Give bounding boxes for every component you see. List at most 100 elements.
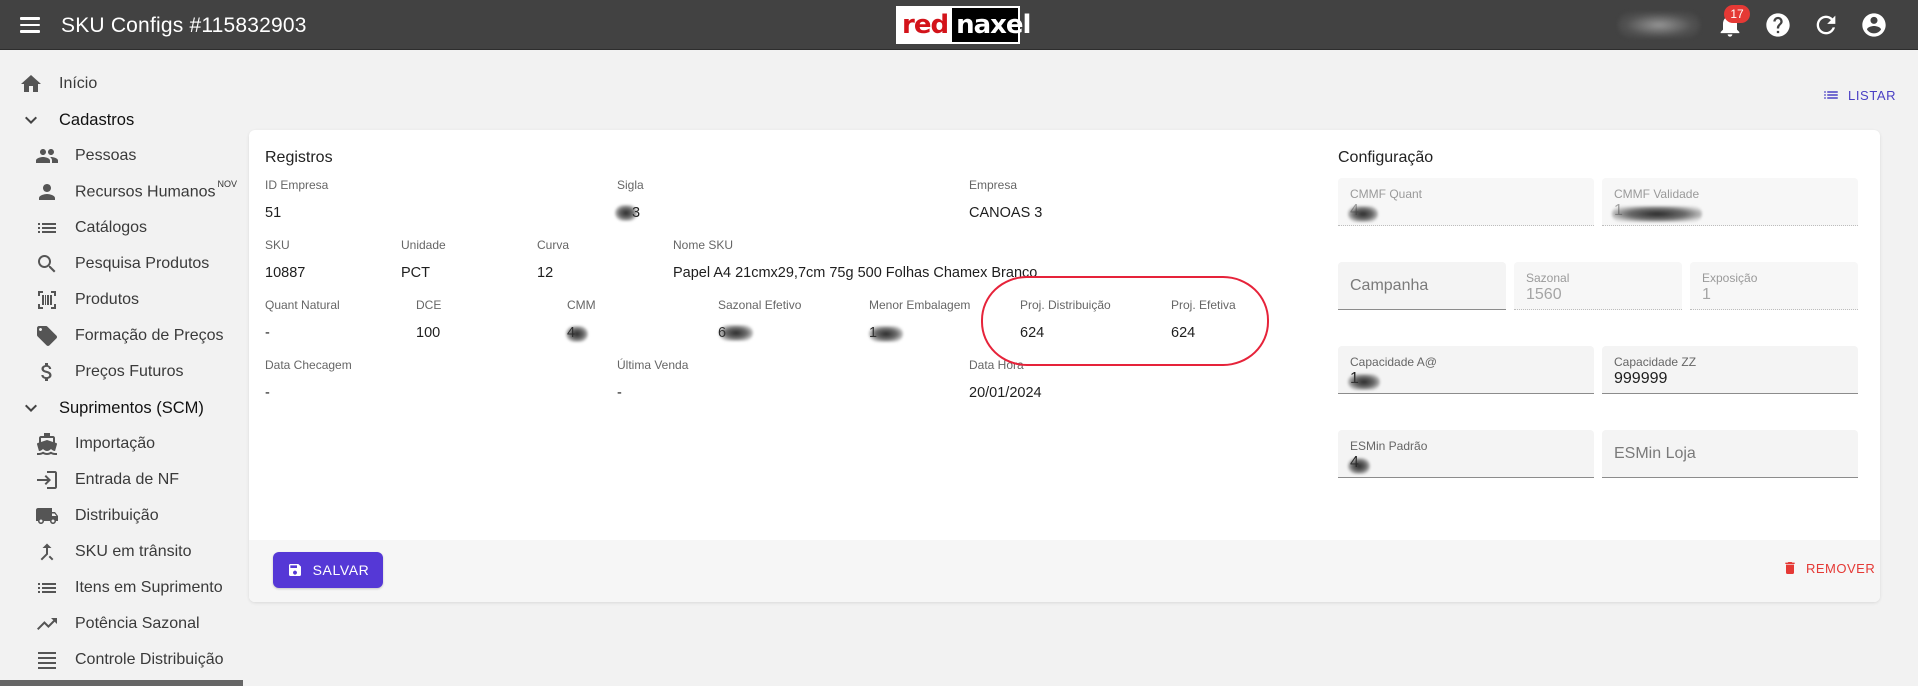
id-empresa-value: 51 — [265, 205, 282, 221]
sidebar-item-label: Itens em Suprimento — [75, 579, 223, 596]
trash-icon — [1785, 562, 1795, 574]
login-icon — [37, 471, 57, 489]
remove-button[interactable]: REMOVER — [1782, 560, 1875, 576]
dce-label: DCE — [416, 298, 442, 312]
data-checagem-value: - — [265, 385, 270, 401]
sidebar-item-produtos[interactable]: Produtos — [0, 283, 243, 317]
listar-button[interactable]: LISTAR — [1822, 86, 1896, 104]
esmin-padrao-field[interactable]: ESMin Padrão 4 — [1338, 430, 1594, 478]
list-icon — [38, 223, 56, 233]
sidebar-item-label: Preços Futuros — [75, 363, 184, 380]
esmin-padrao-label: ESMin Padrão — [1350, 439, 1428, 453]
unidade-value: PCT — [401, 265, 430, 281]
capacidade-zz-field[interactable]: Capacidade ZZ 999999 — [1602, 346, 1858, 394]
sidebar-item-itens-suprimento[interactable]: Itens em Suprimento — [0, 571, 243, 605]
configuracao-title: Configuração — [1338, 149, 1434, 166]
tag-icon — [37, 326, 57, 346]
sazonal-efetivo-label: Sazonal Efetivo — [718, 298, 802, 312]
notifications-badge: 17 — [1724, 5, 1750, 23]
sidebar-item-importacao[interactable]: Importação — [0, 427, 243, 461]
sidebar-item-sku-em-transito[interactable]: SKU em trânsito — [0, 535, 243, 569]
redacted-blur — [1348, 458, 1370, 474]
capacidade-zz-value: 999999 — [1614, 370, 1668, 387]
curva-value: 12 — [537, 265, 554, 281]
cmmf-validade-field[interactable]: CMMF Validade 1 — [1602, 178, 1858, 226]
id-empresa-label: ID Empresa — [265, 178, 329, 192]
sidebar-item-distribuicao[interactable]: Distribuição — [0, 499, 243, 533]
sidebar-scrollbar[interactable] — [0, 680, 243, 686]
capacidade-a-field[interactable]: Capacidade A@ 1 — [1338, 346, 1594, 394]
sazonal-field[interactable]: Sazonal 1560 — [1514, 262, 1682, 310]
sidebar-item-formacao-precos[interactable]: Formação de Preços — [0, 319, 243, 353]
cmmf-quant-label: CMMF Quant — [1350, 187, 1423, 201]
sidebar-section-label: Cadastros — [59, 110, 135, 129]
proj-distribuicao-value: 624 — [1020, 325, 1045, 341]
esmin-loja-field[interactable]: ESMin Loja — [1602, 430, 1858, 478]
data-hora-value: 20/01/2024 — [969, 385, 1042, 401]
nome-sku-label: Nome SKU — [673, 238, 734, 252]
proj-efetiva-label: Proj. Efetiva — [1171, 298, 1236, 312]
brand-logo[interactable]: red naxel — [896, 6, 1031, 44]
quant-natural-value: - — [265, 325, 270, 341]
redacted-blur — [615, 205, 637, 221]
sidebar-item-pessoas[interactable]: Pessoas — [0, 139, 243, 173]
refresh-icon[interactable] — [1812, 11, 1840, 39]
user-name-redacted — [1618, 12, 1700, 38]
sidebar-item-entrada-nf[interactable]: Entrada de NF — [0, 463, 243, 497]
sazonal-value: 1560 — [1526, 286, 1562, 303]
new-badge: NOV — [217, 179, 238, 190]
capacidade-a-label: Capacidade A@ — [1350, 355, 1437, 369]
capacidade-zz-label: Capacidade ZZ — [1614, 355, 1697, 369]
redacted-blur — [719, 325, 753, 341]
sidebar-item-potencia-sazonal[interactable]: Potência Sazonal — [0, 607, 243, 641]
list-icon — [1824, 91, 1838, 99]
save-button[interactable]: SALVAR — [273, 552, 383, 588]
card-footer — [249, 540, 1880, 602]
save-label: SALVAR — [312, 562, 370, 578]
help-icon[interactable] — [1764, 11, 1792, 39]
campanha-placeholder: Campanha — [1350, 277, 1429, 294]
search-icon — [38, 255, 56, 273]
sidebar-section-cadastros[interactable]: Cadastros — [0, 103, 243, 137]
redacted-blur — [869, 326, 903, 342]
esmin-loja-placeholder: ESMin Loja — [1614, 445, 1696, 462]
merge-icon — [40, 543, 54, 561]
chevron-down-icon — [25, 116, 37, 124]
ship-icon — [36, 433, 57, 455]
nome-sku-value: Papel A4 21cmx29,7cm 75g 500 Folhas Cham… — [673, 265, 1038, 281]
sidebar-item-controle-distribuicao[interactable]: Controle Distribuição — [0, 643, 243, 677]
lines-icon — [38, 652, 56, 669]
sidebar-item-inicio[interactable]: Início — [0, 67, 243, 101]
account-circle-icon[interactable] — [1860, 11, 1888, 39]
sidebar-item-catalogos[interactable]: Catálogos — [0, 211, 243, 245]
sku-label: SKU — [265, 238, 290, 252]
sidebar-item-label: Pessoas — [75, 147, 137, 164]
sidebar-item-precos-futuros[interactable]: Preços Futuros — [0, 355, 243, 389]
sazonal-label: Sazonal — [1526, 271, 1570, 285]
redacted-blur — [1348, 206, 1378, 222]
redacted-blur — [566, 326, 588, 342]
sidebar-item-recursos-humanos[interactable]: Recursos Humanos NOV — [0, 175, 243, 209]
ultima-venda-value: - — [617, 385, 622, 401]
menu-icon[interactable] — [20, 13, 46, 37]
sidebar-section-label: Suprimentos (SCM) — [59, 398, 204, 417]
sidebar-section-suprimentos[interactable]: Suprimentos (SCM) — [0, 391, 243, 425]
sidebar-item-pesquisa-produtos[interactable]: Pesquisa Produtos — [0, 247, 243, 281]
exposicao-field[interactable]: Exposição 1 — [1690, 262, 1858, 310]
cmmf-validade-label: CMMF Validade — [1614, 187, 1700, 201]
cmm-label: CMM — [567, 298, 596, 312]
sku-config-card: Registros ID Empresa 51 Sigla 3 Empresa … — [249, 130, 1880, 602]
quant-natural-label: Quant Natural — [265, 298, 340, 312]
sidebar: Início Cadastros Pessoas Recursos Humano… — [0, 50, 243, 686]
home-icon — [21, 75, 41, 92]
sidebar-item-label: Distribuição — [75, 507, 159, 524]
sigla-label: Sigla — [617, 178, 644, 192]
ultima-venda-label: Última Venda — [617, 358, 689, 372]
sidebar-item-label: SKU em trânsito — [75, 543, 192, 560]
curva-label: Curva — [537, 238, 570, 252]
floppy-icon — [288, 564, 301, 576]
cmmf-quant-field[interactable]: CMMF Quant 4 — [1338, 178, 1594, 226]
redacted-blur — [1348, 374, 1380, 390]
campanha-field[interactable]: Campanha — [1338, 262, 1506, 310]
proj-distribuicao-label: Proj. Distribuição — [1020, 298, 1111, 312]
